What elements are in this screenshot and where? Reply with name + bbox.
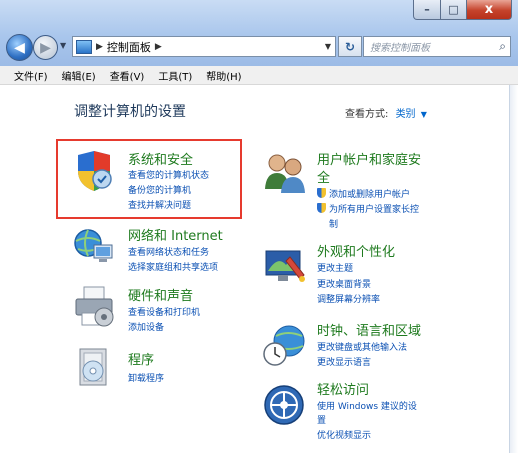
breadcrumb-separator: ▶ [96,41,103,52]
category-title[interactable]: 外观和个性化 [317,241,395,260]
category-programs: 程序 卸载程序 [72,347,242,397]
category-appearance: 外观和个性化 更改主题 更改桌面背景 调整屏幕分辨率 [262,241,452,305]
menu-file[interactable]: 文件(F) [0,68,55,83]
link-change-desktop-background[interactable]: 更改桌面背景 [317,277,371,290]
network-icon[interactable] [72,227,116,267]
view-by-dropdown[interactable]: 类别 [396,109,416,120]
clock-globe-icon[interactable] [262,324,308,368]
link-change-display-language[interactable]: 更改显示语言 [317,355,371,368]
caption-buttons: – □ x [413,0,512,20]
minimize-button[interactable]: – [413,0,441,20]
menu-tools[interactable]: 工具(T) [151,68,199,83]
control-panel-window: – □ x ◀ ▶ ▼ ▶ 控制面板 ▶ ▼ ↻ 搜索控制面板 ⌕ 文件(F) … [0,0,518,453]
control-panel-icon [76,39,92,54]
search-icon[interactable]: ⌕ [499,39,506,54]
link-adjust-resolution[interactable]: 调整屏幕分辨率 [317,292,380,305]
link-add-device[interactable]: 添加设备 [128,320,164,333]
maximize-button[interactable]: □ [441,0,467,20]
link-change-theme[interactable]: 更改主题 [317,261,353,274]
back-button[interactable]: ◀ [6,34,33,61]
link-change-keyboard[interactable]: 更改键盘或其他输入法 [317,340,407,353]
chevron-down-icon[interactable]: ▼ [421,110,427,119]
address-bar[interactable]: ▶ 控制面板 ▶ ▼ [72,36,336,57]
vertical-scrollbar[interactable] [509,85,518,453]
category-title-line-1[interactable]: 用户帐户和家庭安 [317,149,421,168]
category-network-internet: 网络和 Internet 查看网络状态和任务 选择家庭组和共享选项 [72,225,252,277]
link-homegroup-sharing[interactable]: 选择家庭组和共享选项 [128,260,218,273]
menu-bar: 文件(F) 编辑(E) 查看(V) 工具(T) 帮助(H) [0,66,518,85]
window-chrome: – □ x ◀ ▶ ▼ ▶ 控制面板 ▶ ▼ ↻ 搜索控制面板 ⌕ [0,0,518,67]
category-title[interactable]: 硬件和声音 [128,285,193,304]
category-title[interactable]: 程序 [128,349,154,368]
link-parental-controls[interactable]: 为所有用户设置家长控 [317,202,419,215]
view-by: 查看方式: 类别 ▼ [345,105,427,120]
link-windows-suggested-settings-cont[interactable]: 置 [317,413,326,426]
category-title[interactable]: 网络和 Internet [128,225,223,244]
uac-shield-icon [317,203,326,213]
refresh-icon: ↻ [344,39,356,54]
category-hardware-sound: 硬件和声音 查看设备和打印机 添加设备 [72,285,242,335]
category-title-line-2[interactable]: 全 [317,167,330,186]
category-ease-of-access: 轻松访问 使用 Windows 建议的设 置 优化视频显示 [262,379,452,449]
page-title: 调整计算机的设置 [74,104,186,120]
category-title[interactable]: 时钟、语言和区域 [317,320,421,339]
uac-shield-icon [317,188,326,198]
view-by-label: 查看方式: [345,109,389,120]
appearance-icon[interactable] [262,245,308,289]
link-windows-suggested-settings[interactable]: 使用 Windows 建议的设 [317,399,417,412]
link-text: 添加或删除用户帐户 [329,190,411,200]
control-panel-content: 调整计算机的设置 查看方式: 类别 ▼ 系统和安全 查看您的计算机状态 备份您的… [0,85,510,453]
breadcrumb-control-panel[interactable]: 控制面板 [107,39,151,55]
address-dropdown-icon[interactable]: ▼ [325,42,331,51]
recent-pages-button[interactable]: ▼ [60,41,66,50]
back-arrow-icon: ◀ [14,39,25,56]
breadcrumb-separator[interactable]: ▶ [155,42,162,52]
search-placeholder: 搜索控制面板 [370,43,430,54]
link-add-remove-accounts[interactable]: 添加或删除用户帐户 [317,187,410,200]
category-clock-language-region: 时钟、语言和区域 更改键盘或其他输入法 更改显示语言 [262,320,452,374]
link-optimize-video-display[interactable]: 优化视频显示 [317,428,371,441]
programs-icon[interactable] [74,347,114,391]
link-uninstall-program[interactable]: 卸载程序 [128,371,164,384]
forward-button[interactable]: ▶ [33,35,58,60]
menu-view[interactable]: 查看(V) [103,68,152,83]
category-user-accounts: 用户帐户和家庭安 全 添加或删除用户帐户 为所有用户设置家长控 制 [262,147,452,239]
category-title[interactable]: 轻松访问 [317,379,369,398]
link-parental-controls-cont[interactable]: 制 [329,217,338,230]
ease-of-access-icon[interactable] [262,383,306,427]
users-icon[interactable] [262,151,308,195]
search-input[interactable]: 搜索控制面板 ⌕ [363,36,511,57]
forward-arrow-icon: ▶ [40,39,51,56]
link-network-status[interactable]: 查看网络状态和任务 [128,245,209,258]
menu-edit[interactable]: 编辑(E) [55,68,103,83]
menu-help[interactable]: 帮助(H) [199,68,248,83]
link-text: 为所有用户设置家长控 [329,205,420,215]
link-devices-printers[interactable]: 查看设备和打印机 [128,305,200,318]
printer-icon[interactable] [72,285,118,329]
highlight-box [56,139,242,219]
close-button[interactable]: x [467,0,512,20]
refresh-button[interactable]: ↻ [338,36,362,57]
